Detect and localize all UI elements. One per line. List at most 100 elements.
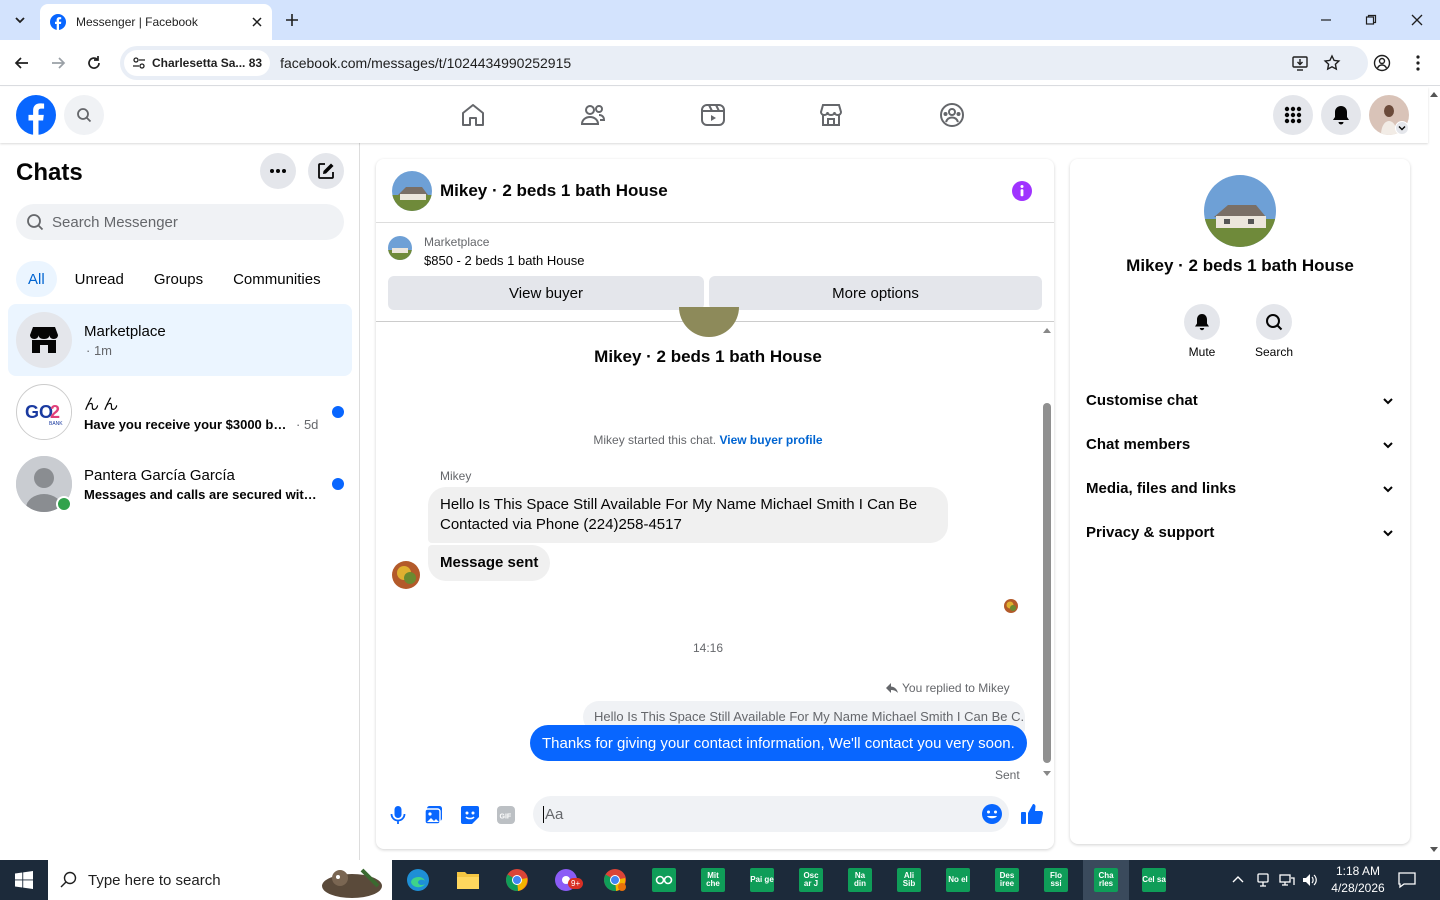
sender-avatar[interactable] [392,561,420,589]
tray-meet-icon[interactable] [1256,872,1270,888]
filter-groups[interactable]: Groups [142,261,215,297]
facebook-logo-icon[interactable] [16,95,56,135]
taskbar-chrome-profile-icon[interactable]: 9+ [548,864,584,896]
browser-menu-icon[interactable] [1406,51,1430,75]
search-messenger-input[interactable]: Search Messenger [16,204,344,240]
forward-icon[interactable] [46,51,70,75]
taskbar-app-icon[interactable] [646,864,682,896]
new-message-button[interactable] [308,153,344,189]
chats-options-button[interactable] [260,153,296,189]
info-icon[interactable] [1012,181,1032,201]
gif-icon[interactable]: GIF [496,805,516,825]
taskbar-profile-celsa[interactable]: Cel sa [1136,864,1172,896]
bell-icon [1332,105,1350,125]
url-text[interactable]: facebook.com/messages/t/1024434990252915 [280,55,571,71]
message-scrollbar[interactable] [1040,323,1054,783]
video-nav-icon[interactable] [700,103,726,127]
taskbar-chrome-icon[interactable] [499,864,535,896]
listing-avatar[interactable] [392,170,432,211]
more-options-button[interactable]: More options [709,276,1042,310]
taskbar-file-explorer-icon[interactable] [450,864,486,896]
taskbar-clock[interactable]: 1:18 AM 4/28/2026 [1322,863,1394,897]
taskbar-profile-flossi[interactable]: Flo ssi [1038,864,1074,896]
account-avatar[interactable] [1369,95,1409,135]
chat-item-nn[interactable]: GO 2 BANK ん ん Have you receive your $3000 … [8,376,352,448]
taskbar-app-label: Ali Sib [897,868,921,892]
message-input[interactable]: Aa [533,796,1009,832]
taskbar-profile-alisib[interactable]: Ali Sib [891,864,927,896]
incoming-message[interactable]: Message sent [428,545,551,581]
view-buyer-profile-link[interactable]: View buyer profile [719,433,822,447]
go2bank-avatar: GO 2 BANK [16,384,72,440]
profile-name: Mikey · 2 beds 1 bath House [594,347,822,366]
reload-icon[interactable] [82,51,106,75]
outgoing-message[interactable]: Thanks for giving your contact informati… [530,725,1027,761]
incoming-message[interactable]: Hello Is This Space Still Available For … [428,487,948,543]
friends-nav-icon[interactable] [580,103,606,127]
tab-title: Messenger | Facebook [76,15,198,29]
windows-start-icon[interactable] [0,860,48,900]
home-nav-icon[interactable] [460,103,486,127]
close-window-icon[interactable] [1405,8,1429,32]
mute-button[interactable] [1184,304,1220,340]
listing-profile-photo[interactable] [1204,175,1276,247]
section-privacy-support[interactable]: Privacy & support [1086,524,1394,541]
facebook-search-button[interactable] [64,95,104,135]
new-tab-icon[interactable] [280,8,304,32]
bookmark-star-icon[interactable] [1320,51,1344,75]
sender-name: Mikey [440,469,472,483]
conversation-title[interactable]: Mikey · 2 beds 1 bath House [440,181,668,201]
taskbar-profile-mitche[interactable]: Mit che [695,864,731,896]
taskbar-profile-paige[interactable]: Pai ge [744,864,780,896]
tray-network-icon[interactable] [1279,872,1295,888]
taskbar-search-box[interactable]: Type here to search [48,860,392,900]
notifications-button[interactable] [1321,95,1361,135]
filter-unread[interactable]: Unread [63,261,136,297]
chat-preview: Have you receive your $3000 bon... [84,416,294,432]
taskbar-edge-icon[interactable] [400,864,436,896]
site-info-chip[interactable]: Charlesetta Sa... 83 [124,50,271,76]
chat-started-notice: Mikey started this chat. View buyer prof… [376,433,1040,447]
taskbar-profile-desiree[interactable]: Des iree [989,864,1025,896]
photo-icon[interactable] [424,805,444,825]
tab-search-chevron-icon[interactable] [8,8,32,32]
groups-nav-icon[interactable] [939,102,965,128]
page-scrollbar[interactable] [1428,87,1440,860]
section-customise-chat[interactable]: Customise chat [1086,392,1394,409]
filter-communities[interactable]: Communities [221,261,333,297]
menu-grid-button[interactable] [1273,95,1313,135]
marketplace-avatar [16,312,72,368]
taskbar-profile-nadin[interactable]: Na din [842,864,878,896]
section-chat-members[interactable]: Chat members [1086,436,1394,453]
browser-tab[interactable]: Messenger | Facebook [40,4,272,40]
emoji-icon[interactable] [981,803,1003,825]
sticker-icon[interactable] [460,805,480,825]
tab-close-icon[interactable] [252,17,262,27]
filter-all[interactable]: All [16,261,57,297]
profile-icon[interactable] [1370,51,1394,75]
restore-icon[interactable] [1359,8,1383,32]
thumbs-up-icon[interactable] [1020,802,1044,826]
bell-icon [1194,313,1210,331]
listing-title[interactable]: $850 - 2 beds 1 bath House [424,253,584,268]
minimize-icon[interactable] [1314,8,1338,32]
account-chevron-icon[interactable] [1395,121,1409,135]
taskbar-profile-oscar[interactable]: Osc ar J [793,864,829,896]
taskbar-profile-charles[interactable]: Cha rles [1083,860,1129,900]
tray-chevron-up-icon[interactable] [1232,874,1244,884]
section-media-files-links[interactable]: Media, files and links [1086,480,1394,497]
taskbar-profile-noel[interactable]: No el [940,864,976,896]
install-app-icon[interactable] [1288,51,1312,75]
omnibox[interactable]: Charlesetta Sa... 83 facebook.com/messag… [120,46,1368,80]
taskbar-chrome-icon-2[interactable] [597,864,633,896]
view-buyer-button[interactable]: View buyer [388,276,704,310]
search-conversation-button[interactable] [1256,304,1292,340]
chat-item-pantera[interactable]: Pantera García García Messages and calls… [8,448,352,520]
chat-item-marketplace[interactable]: Marketplace · 1m [8,304,352,376]
back-icon[interactable] [10,51,34,75]
tray-volume-icon[interactable] [1302,872,1318,888]
listing-thumbnail[interactable] [388,236,412,260]
marketplace-nav-icon[interactable] [818,103,844,127]
microphone-icon[interactable] [388,805,408,825]
notification-center-icon[interactable] [1398,871,1416,889]
